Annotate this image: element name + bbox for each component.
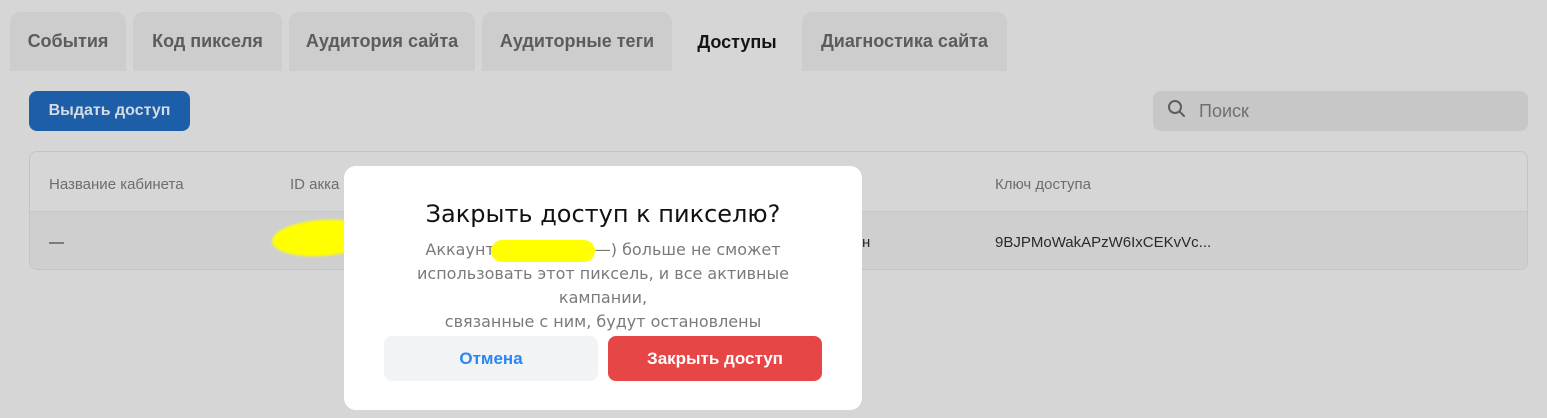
cell-role: н [862, 234, 871, 251]
dialog-title: Закрыть доступ к пикселю? [425, 200, 781, 228]
search-box[interactable] [1153, 91, 1528, 131]
tab-site-diagnostics[interactable]: Диагностика сайта [802, 12, 1007, 71]
grant-access-button[interactable]: Выдать доступ [29, 91, 190, 131]
dialog-message-line: связанные с ним, будут остановлены [444, 312, 762, 331]
dialog-message-suffix: —) больше не сможет [594, 240, 781, 259]
redaction-mark [490, 239, 595, 262]
dialog-message: Аккаунт —) больше не сможет использовать … [374, 238, 832, 334]
search-icon [1167, 99, 1187, 124]
dialog-message-line: использовать этот пиксель, и все активны… [417, 264, 789, 307]
cell-cabinet-name: — [49, 234, 64, 251]
cell-access-key: 9BJPMoWakAPzW6IxCEKvVc... [995, 234, 1212, 251]
tab-site-audience[interactable]: Аудитория сайта [289, 12, 475, 71]
column-header-access-key: Ключ доступа [995, 176, 1091, 193]
dialog-message-prefix: Аккаунт [425, 240, 495, 259]
cancel-button[interactable]: Отмена [384, 336, 598, 381]
confirm-dialog: Закрыть доступ к пикселю? Аккаунт —) боль… [344, 166, 862, 410]
close-access-button[interactable]: Закрыть доступ [608, 336, 822, 381]
column-header-cabinet-name: Название кабинета [49, 176, 184, 193]
tab-events[interactable]: События [10, 12, 126, 71]
column-header-account-id: ID акка [290, 176, 340, 193]
tab-pixel-code[interactable]: Код пикселя [133, 12, 282, 71]
search-input[interactable] [1199, 100, 1519, 122]
tab-access[interactable]: Доступы [679, 12, 795, 73]
tab-audience-tags[interactable]: Аудиторные теги [482, 12, 672, 71]
